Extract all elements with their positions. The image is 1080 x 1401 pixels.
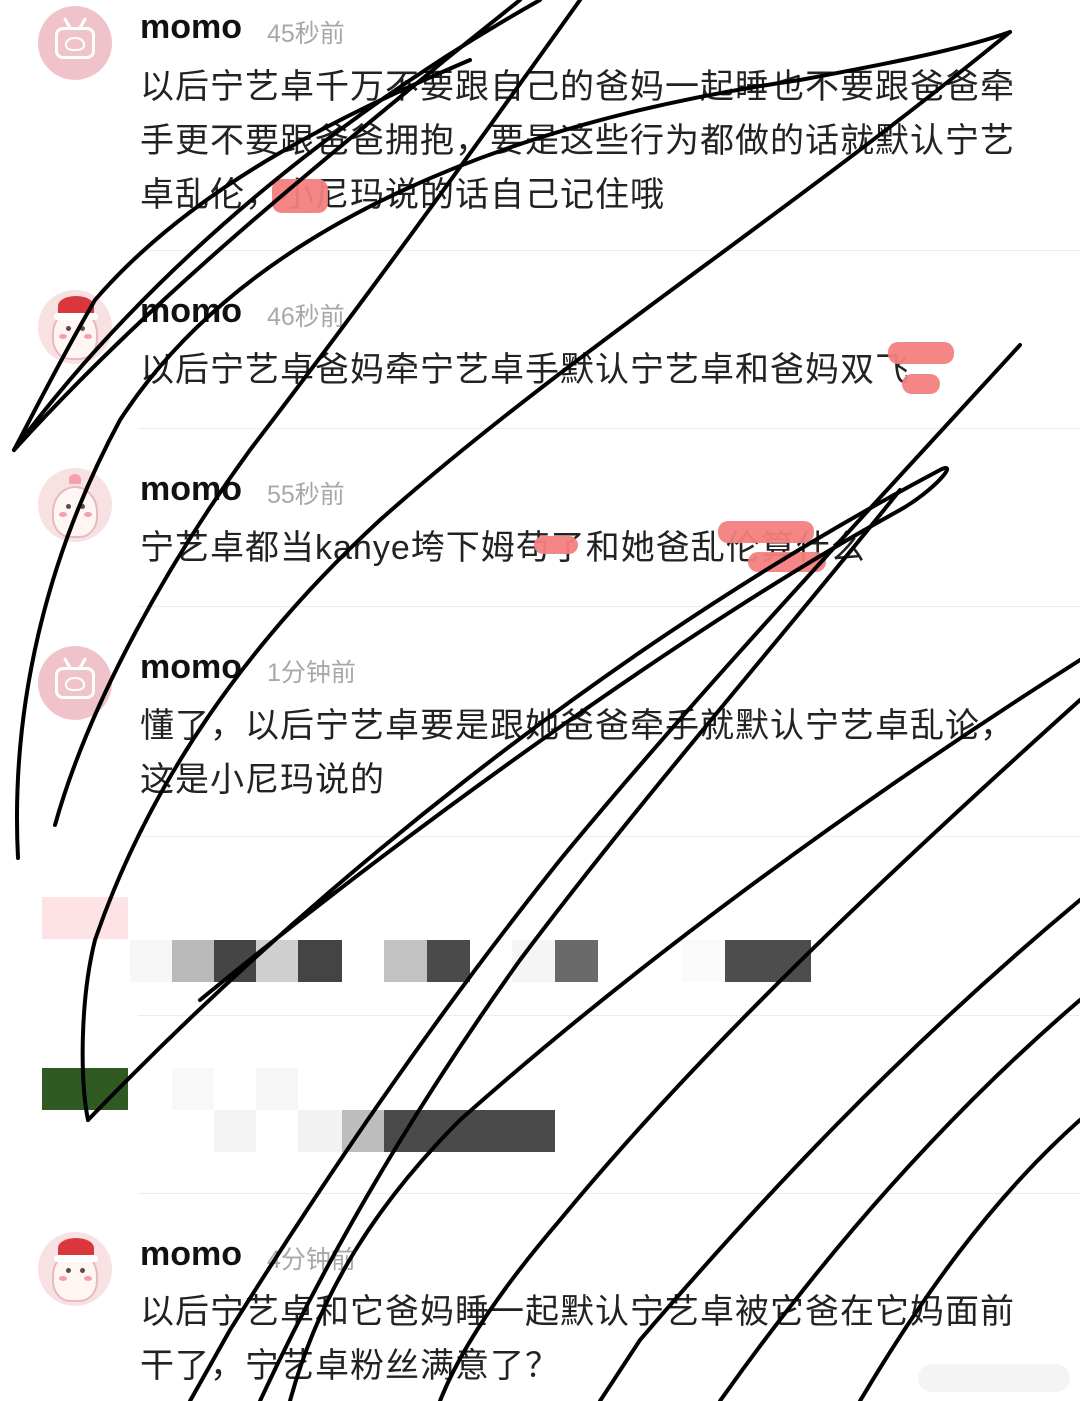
redaction-mark <box>534 536 578 554</box>
pixel-block <box>256 940 298 982</box>
pixel-block <box>384 1110 555 1152</box>
tv-avatar-icon[interactable] <box>38 6 112 80</box>
character-avatar-icon[interactable] <box>38 290 112 364</box>
pixel-block <box>725 940 811 982</box>
timestamp: 1分钟前 <box>267 659 356 687</box>
pixel-block <box>130 940 172 982</box>
username[interactable]: momo <box>140 8 242 47</box>
username[interactable]: momo <box>140 648 242 687</box>
divider <box>138 1015 1080 1016</box>
pixel-block <box>342 1110 384 1152</box>
censored-avatar <box>42 1068 128 1110</box>
timestamp: 46秒前 <box>267 303 345 331</box>
pixel-block <box>298 1110 342 1152</box>
home-indicator <box>918 1364 1070 1392</box>
divider <box>138 836 1080 837</box>
username[interactable]: momo <box>140 1235 242 1274</box>
pixel-block <box>427 940 470 982</box>
pixel-block <box>682 940 725 982</box>
character-avatar-icon[interactable] <box>38 468 112 542</box>
divider <box>138 606 1080 607</box>
redaction-mark <box>888 342 954 364</box>
comment-text: 宁艺卓都当kanye垮下姆苟了和她爸乱伦算什么 <box>140 529 866 567</box>
tv-avatar-icon[interactable] <box>38 646 112 720</box>
username[interactable]: momo <box>140 292 242 331</box>
pixel-block <box>298 940 342 982</box>
redaction-mark <box>272 179 328 213</box>
pixel-block <box>214 1110 256 1152</box>
pixel-block <box>172 1068 214 1110</box>
redaction-mark <box>902 374 940 394</box>
comment-text: 懂了，以后宁艺卓要是跟她爸爸牵手就默认宁艺卓乱论，这是小尼玛说的 <box>140 707 1015 799</box>
comment-text: 以后宁艺卓和它爸妈睡一起默认宁艺卓被它爸在它妈面前干了，宁艺卓粉丝满意了？ <box>140 1293 1015 1385</box>
pixel-block <box>512 940 555 982</box>
timestamp: 4分钟前 <box>267 1246 356 1274</box>
username[interactable]: momo <box>140 470 242 509</box>
character-avatar-icon[interactable] <box>38 1232 112 1306</box>
divider <box>138 428 1080 429</box>
timestamp: 55秒前 <box>267 481 345 509</box>
pixel-block <box>214 940 256 982</box>
redaction-mark <box>718 521 814 543</box>
pixel-block <box>172 940 214 982</box>
pixel-block <box>384 940 427 982</box>
pixel-block <box>555 940 598 982</box>
divider <box>138 1193 1080 1194</box>
divider <box>138 250 1080 251</box>
pixel-block <box>256 1068 298 1110</box>
timestamp: 45秒前 <box>267 20 345 48</box>
redaction-mark <box>748 552 826 572</box>
censored-avatar <box>42 897 128 939</box>
